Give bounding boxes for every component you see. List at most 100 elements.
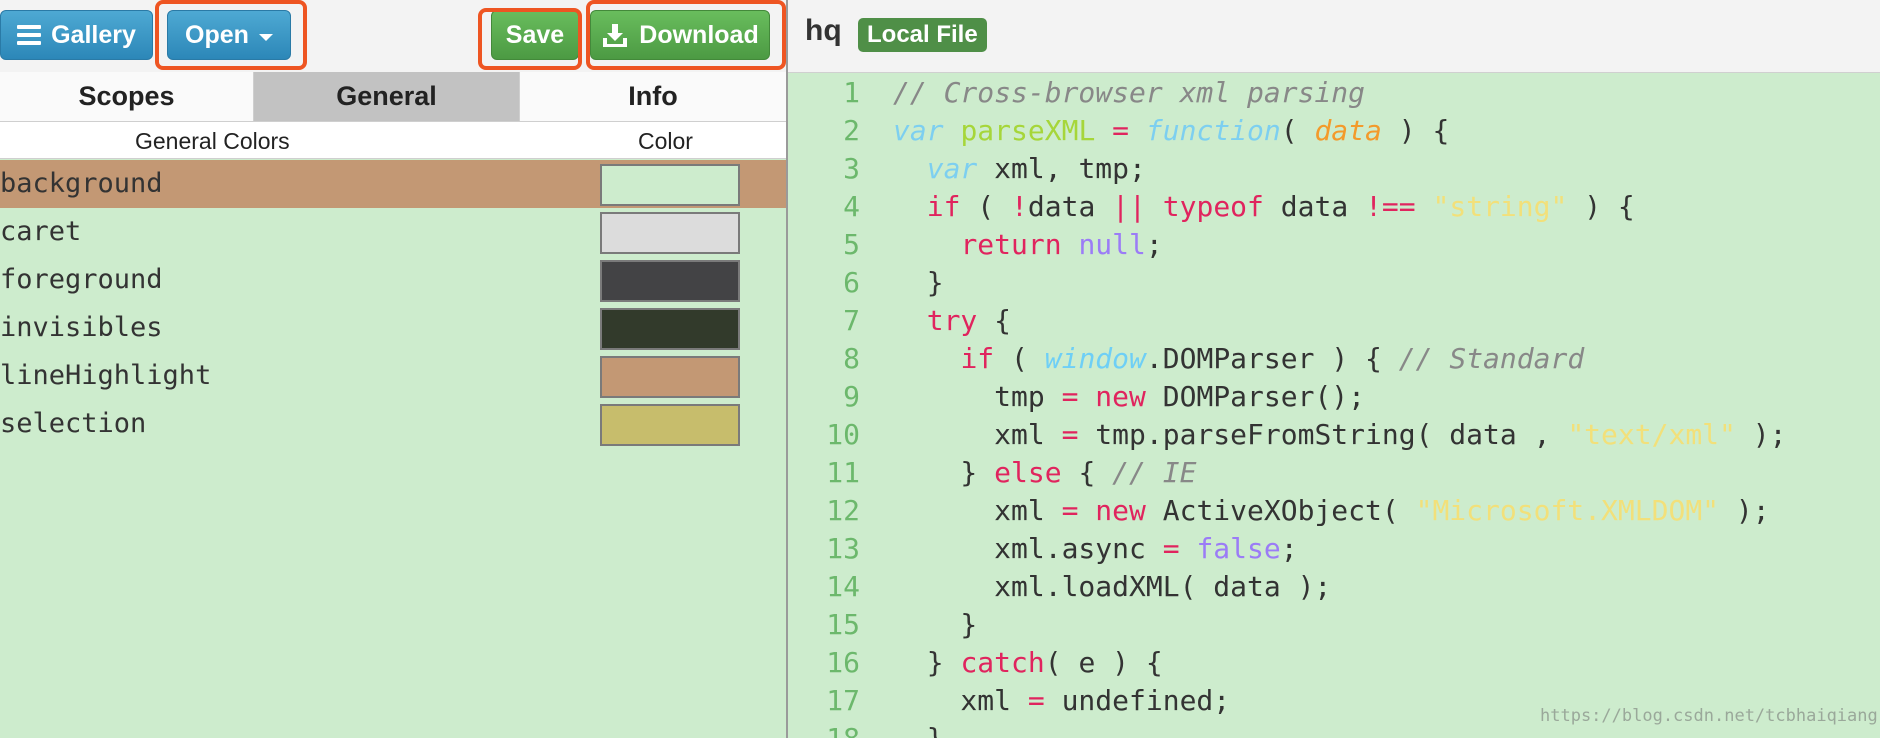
line-number: 5 xyxy=(843,228,860,261)
color-swatch[interactable] xyxy=(600,260,740,302)
code-token: xml xyxy=(893,684,1028,717)
code-text: xml.async = false; xyxy=(893,530,1298,568)
code-text: } catch( e ) { xyxy=(893,644,1163,682)
line-number: 10 xyxy=(826,418,860,451)
code-token: } xyxy=(893,266,944,299)
column-color: Color xyxy=(638,128,693,154)
code-text: tmp = new DOMParser(); xyxy=(893,378,1365,416)
code-text: // Cross-browser xml parsing xyxy=(893,74,1365,112)
code-editor[interactable]: 1 // Cross-browser xml parsing 2 var parseX… xyxy=(788,72,1880,738)
code-text: xml = new ActiveXObject( "Microsoft.XMLD… xyxy=(893,492,1770,530)
code-token: ActiveXObject( xyxy=(1145,494,1416,527)
code-token: = xyxy=(1112,114,1130,147)
code-token: { xyxy=(1061,456,1113,489)
code-token: = xyxy=(1027,684,1045,717)
line-number: 6 xyxy=(843,266,860,299)
code-token: data xyxy=(1314,114,1382,147)
code-token: // Standard xyxy=(1398,342,1585,375)
code-token: } xyxy=(893,722,944,738)
tab-info[interactable]: Info xyxy=(520,72,786,122)
gallery-button[interactable]: Gallery xyxy=(0,10,153,60)
code-token: data xyxy=(1263,190,1366,223)
color-name: background xyxy=(0,168,163,199)
code-text: xml = undefined; xyxy=(893,682,1230,720)
local-file-badge: Local File xyxy=(858,18,987,52)
code-token: ( xyxy=(1280,114,1315,147)
code-token: "string" xyxy=(1432,190,1568,223)
highlight-save xyxy=(478,8,582,70)
color-swatch[interactable] xyxy=(600,308,740,350)
code-token: ); xyxy=(1719,494,1770,527)
code-token: typeof xyxy=(1162,190,1264,223)
code-text: } xyxy=(893,264,944,302)
highlight-download xyxy=(586,0,786,70)
code-token: "Microsoft.XMLDOM" xyxy=(1415,494,1720,527)
code-token: DOMParser(); xyxy=(1145,380,1366,413)
code-token: = xyxy=(1162,532,1180,565)
code-token: xml.loadXML( data ); xyxy=(893,570,1332,603)
color-swatch[interactable] xyxy=(600,404,740,446)
code-text: return null; xyxy=(893,226,1163,264)
code-token: parseXML xyxy=(960,114,1096,147)
code-token: if xyxy=(960,342,995,375)
tab-general[interactable]: General xyxy=(254,72,520,122)
code-token: ; xyxy=(1280,532,1298,565)
line-number: 18 xyxy=(788,720,860,738)
code-token: // Cross-browser xml parsing xyxy=(893,76,1366,109)
line-number: 1 xyxy=(843,76,860,109)
code-token: } xyxy=(893,608,978,641)
table-row[interactable]: background xyxy=(0,160,786,208)
table-row[interactable]: lineHighlight xyxy=(0,352,786,400)
code-text: } xyxy=(893,720,944,738)
color-swatch[interactable] xyxy=(600,164,740,206)
code-token: null xyxy=(1078,228,1146,261)
color-swatch[interactable] xyxy=(600,212,740,254)
color-name: selection xyxy=(0,408,147,439)
code-text: if ( !data || typeof data !== "string" )… xyxy=(893,188,1635,226)
code-text: xml.loadXML( data ); xyxy=(893,568,1331,606)
code-token: .DOMParser ) { xyxy=(1145,342,1399,375)
color-swatch[interactable] xyxy=(600,356,740,398)
code-token: xml.async xyxy=(893,532,1163,565)
code-token: ); xyxy=(1735,418,1787,451)
code-token: xml xyxy=(893,494,1062,527)
table-row[interactable]: invisibles xyxy=(0,304,786,352)
code-token: xml xyxy=(893,418,1062,451)
code-token: ; xyxy=(1145,228,1163,261)
line-number: 14 xyxy=(826,570,860,603)
general-colors-list: background caret foreground invisibles lineH… xyxy=(0,160,786,448)
code-token: data xyxy=(1027,190,1113,223)
code-token: new xyxy=(1095,494,1146,527)
code-token: ( e ) { xyxy=(1044,646,1163,679)
file-title: hq xyxy=(805,14,842,47)
gallery-label: Gallery xyxy=(51,20,136,49)
code-token: !== xyxy=(1365,190,1416,223)
table-row[interactable]: caret xyxy=(0,208,786,256)
tab-scopes[interactable]: Scopes xyxy=(0,72,254,122)
code-token: catch xyxy=(960,646,1045,679)
code-token: function xyxy=(1145,114,1281,147)
line-number: 12 xyxy=(826,494,860,527)
line-number: 16 xyxy=(826,646,860,679)
code-token: var xyxy=(893,114,944,147)
table-row[interactable]: selection xyxy=(0,400,786,448)
color-name: foreground xyxy=(0,264,163,295)
highlight-open xyxy=(155,0,307,70)
column-general-colors: General Colors xyxy=(135,128,290,154)
table-header: General Colors Color xyxy=(0,122,786,159)
line-number: 2 xyxy=(843,114,860,147)
code-token: ! xyxy=(1011,190,1028,223)
code-text: var parseXML = function( data ) { xyxy=(893,112,1449,150)
watermark: https://blog.csdn.net/tcbhaiqiang xyxy=(1540,706,1878,726)
code-token: var xyxy=(926,152,978,185)
line-number: 15 xyxy=(826,608,860,641)
code-text: xml = tmp.parseFromString( data , "text/… xyxy=(893,416,1786,454)
table-row[interactable]: foreground xyxy=(0,256,786,304)
code-token: = xyxy=(1061,380,1079,413)
